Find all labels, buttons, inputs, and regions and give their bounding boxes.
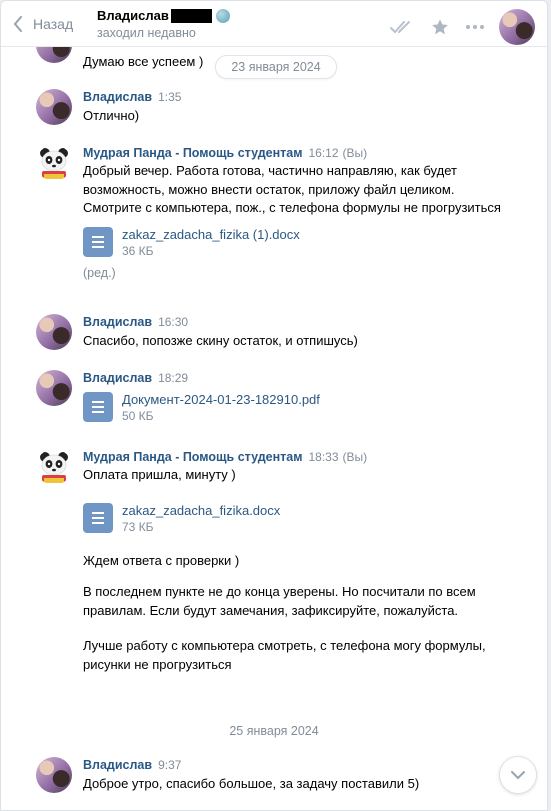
chevron-left-icon	[13, 16, 22, 32]
document-size: 50 КБ	[122, 409, 154, 423]
message-text: Добрый вечер. Работа готова, частично на…	[83, 163, 501, 215]
chat-window: Назад Владислав заходил недавно Думаю вс…	[0, 0, 548, 811]
header-actions	[373, 9, 535, 45]
contact-name[interactable]: Владислав	[97, 8, 230, 23]
message-text: Отлично)	[83, 108, 140, 123]
star-icon[interactable]	[431, 18, 449, 36]
message-time[interactable]: 1:35	[158, 90, 181, 104]
message-text: Лучше работу с компьютера смотреть, с те…	[83, 638, 486, 672]
message-text: В последнем пункте не до конца уверены. …	[83, 584, 476, 618]
you-label: (Вы)	[342, 146, 368, 160]
message-time[interactable]: 16:12	[308, 146, 338, 160]
edited-label: (ред.)	[83, 265, 116, 280]
date-pill: 23 января 2024	[215, 55, 337, 79]
message-author[interactable]: Владислав	[83, 371, 152, 385]
chat-header: Назад Владислав заходил недавно	[1, 1, 547, 47]
message-author[interactable]: Владислав	[83, 315, 152, 329]
avatar[interactable]	[36, 370, 72, 406]
chevron-down-icon	[511, 771, 525, 780]
message-time[interactable]: 18:33	[308, 450, 338, 464]
scroll-down-button[interactable]	[499, 756, 537, 794]
message-author[interactable]: Владислав	[83, 90, 152, 104]
contact-status: заходил недавно	[97, 26, 196, 40]
message-text: Оплата пришла, минуту )	[83, 467, 236, 482]
you-label: (Вы)	[342, 450, 368, 464]
avatar[interactable]	[36, 89, 72, 125]
globe-icon	[215, 8, 230, 23]
redaction-bar	[170, 8, 212, 23]
message-time[interactable]: 16:30	[158, 315, 188, 329]
document-attachment[interactable]: zakaz_zadacha_fizika (1).docx 36 КБ	[83, 226, 506, 261]
message-time[interactable]: 18:29	[158, 371, 188, 385]
document-size: 36 КБ	[122, 243, 154, 258]
date-separator: 25 января 2024	[229, 724, 319, 738]
double-check-icon[interactable]	[389, 19, 415, 35]
avatar[interactable]	[36, 314, 72, 350]
message-text: Доброе утро, спасибо большое, за задачу …	[83, 776, 420, 791]
more-horizontal-icon[interactable]	[465, 24, 485, 30]
panda-icon	[36, 145, 72, 181]
message-author[interactable]: Мудрая Панда - Помощь студентам	[83, 146, 302, 160]
document-icon	[83, 226, 113, 257]
back-button[interactable]: Назад	[13, 13, 73, 35]
panda-icon	[36, 449, 72, 485]
document-attachment[interactable]: Документ-2024-01-23-182910.pdf 50 КБ	[83, 392, 506, 426]
avatar[interactable]	[36, 757, 72, 793]
document-icon	[83, 392, 113, 422]
back-label: Назад	[33, 16, 74, 32]
message-author[interactable]: Владислав	[83, 758, 152, 772]
document-name[interactable]: zakaz_zadacha_fizika (1).docx	[122, 227, 300, 243]
document-attachment[interactable]: zakaz_zadacha_fizika.docx 73 КБ	[83, 502, 506, 537]
contact-name-text: Владислав	[97, 8, 169, 23]
message-text: Ждем ответа с проверки )	[83, 552, 240, 568]
message-time[interactable]: 9:37	[158, 758, 181, 772]
message-author[interactable]: Мудрая Панда - Помощь студентам	[83, 450, 302, 464]
panda-avatar[interactable]	[36, 449, 72, 485]
document-icon	[83, 502, 113, 533]
document-size: 73 КБ	[122, 519, 154, 534]
document-name[interactable]: Документ-2024-01-23-182910.pdf	[122, 392, 320, 408]
document-name[interactable]: zakaz_zadacha_fizika.docx	[122, 503, 280, 519]
header-avatar[interactable]	[499, 9, 535, 45]
panda-avatar[interactable]	[36, 145, 72, 181]
message-text: Спасибо, попозже скину остаток, и отпишу…	[83, 333, 358, 348]
